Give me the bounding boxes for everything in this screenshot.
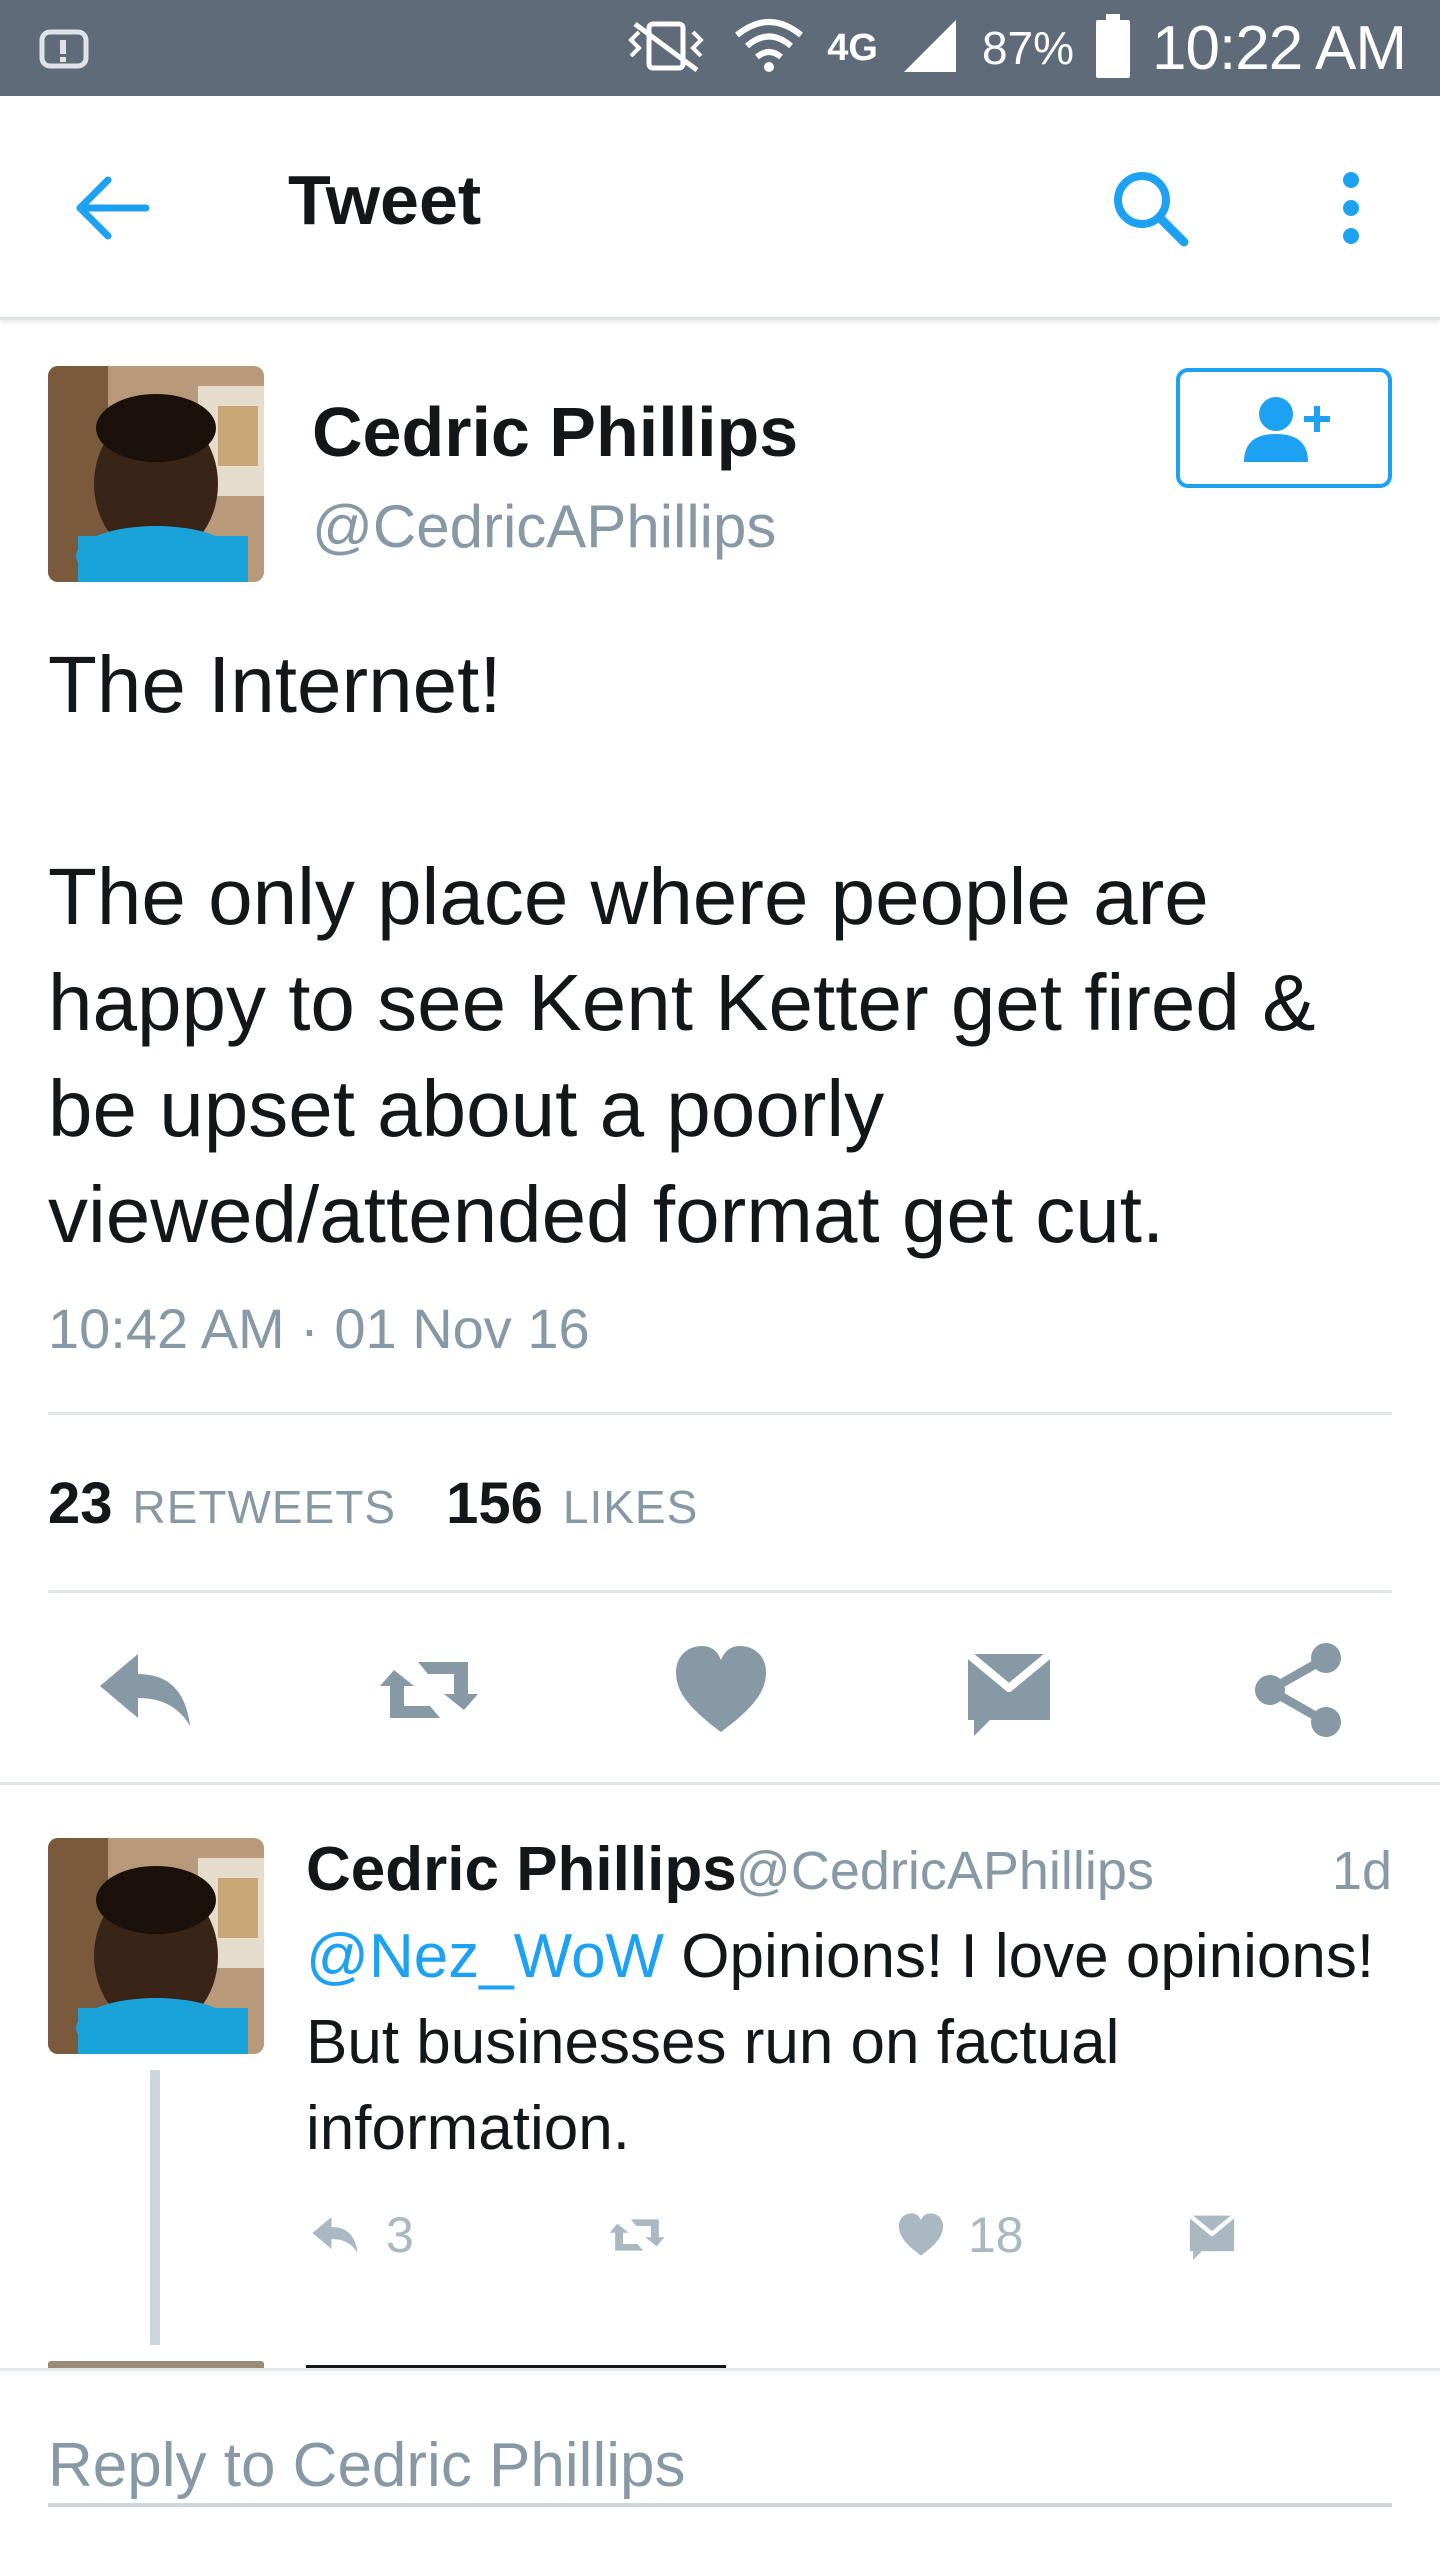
tweet-stats: 23 RETWEETS 156 LIKES: [48, 1470, 728, 1537]
share-icon: [1255, 1643, 1341, 1737]
vibrate-icon: [621, 18, 711, 79]
reply-like-button[interactable]: 18: [894, 2200, 1024, 2270]
clock: 10:22 AM: [1152, 13, 1407, 83]
follow-icon: [1244, 397, 1330, 462]
search-button[interactable]: [1108, 166, 1192, 250]
reply-reply-count: 3: [386, 2207, 414, 2263]
battery-icon: [1096, 13, 1131, 83]
more-vert-icon: [1343, 172, 1359, 244]
back-button[interactable]: [72, 168, 152, 248]
retweets-label[interactable]: RETWEETS: [133, 1480, 397, 1534]
retweets-count[interactable]: 23: [48, 1470, 113, 1537]
reply-button[interactable]: [92, 1640, 202, 1740]
likes-count[interactable]: 156: [446, 1470, 543, 1537]
tweet-text: The Internet! The only place where peopl…: [48, 640, 1316, 1259]
reply-retweet-button[interactable]: [602, 2200, 672, 2270]
reply-author-name[interactable]: Cedric Phillips: [306, 1834, 737, 1905]
retweet-icon: [609, 2219, 665, 2251]
page-title: Tweet: [288, 161, 482, 239]
message-icon: [965, 1650, 1053, 1736]
author-handle[interactable]: @CedricAPhillips: [312, 492, 776, 561]
reply-actions: 3 18: [306, 2200, 1306, 2270]
network-type: 4G: [827, 26, 878, 69]
tweet-timestamp: 10:42 AM · 01 Nov 16: [48, 1297, 590, 1360]
divider: [48, 1590, 1392, 1593]
follow-button[interactable]: [1176, 368, 1392, 488]
reply-author-avatar[interactable]: [48, 1838, 264, 2054]
author-name[interactable]: Cedric Phillips: [312, 392, 798, 472]
tweet-actions: [0, 1640, 1440, 1740]
search-icon: [1114, 172, 1189, 247]
reply-reply-button[interactable]: 3: [306, 2200, 414, 2270]
section-divider: [0, 1782, 1440, 1785]
reply-age: 1d: [1331, 1841, 1392, 1901]
status-bar: 4G 87% 10:22 AM: [0, 0, 1440, 96]
toolbar: Tweet: [0, 96, 1440, 320]
reply-bar: [0, 2368, 1440, 2560]
message-button[interactable]: [954, 1640, 1064, 1740]
reply-text[interactable]: @Nez_WoW Opinions! I love opinions! But …: [306, 1914, 1396, 2172]
reply-like-count: 18: [968, 2207, 1024, 2263]
back-arrow-icon: [76, 176, 150, 240]
reply-input[interactable]: [48, 2427, 1392, 2507]
battery-percent: 87%: [981, 22, 1075, 74]
thread-line: [150, 2070, 160, 2345]
message-icon: [1188, 2213, 1236, 2260]
reply-icon: [100, 1654, 190, 1726]
alarm-icon: [38, 28, 90, 70]
retweet-icon: [380, 1662, 478, 1718]
heart-icon: [898, 2213, 944, 2256]
retweet-button[interactable]: [374, 1640, 484, 1740]
like-button[interactable]: [666, 1640, 776, 1740]
wifi-icon: [733, 15, 805, 82]
share-button[interactable]: [1242, 1640, 1352, 1740]
divider: [48, 1412, 1392, 1415]
likes-label[interactable]: LIKES: [563, 1480, 698, 1534]
heart-icon: [676, 1646, 766, 1732]
reply-header: Cedric Phillips @CedricAPhillips 1d: [306, 1834, 1392, 1904]
mention-link[interactable]: @Nez_WoW: [306, 1922, 664, 1991]
author-avatar[interactable]: [48, 366, 264, 582]
reply-author-handle[interactable]: @CedricAPhillips: [736, 1840, 1154, 1902]
reply-message-button[interactable]: [1182, 2200, 1242, 2270]
reply-icon: [312, 2217, 358, 2253]
signal-icon: [900, 16, 960, 81]
more-options-button[interactable]: [1326, 166, 1376, 250]
